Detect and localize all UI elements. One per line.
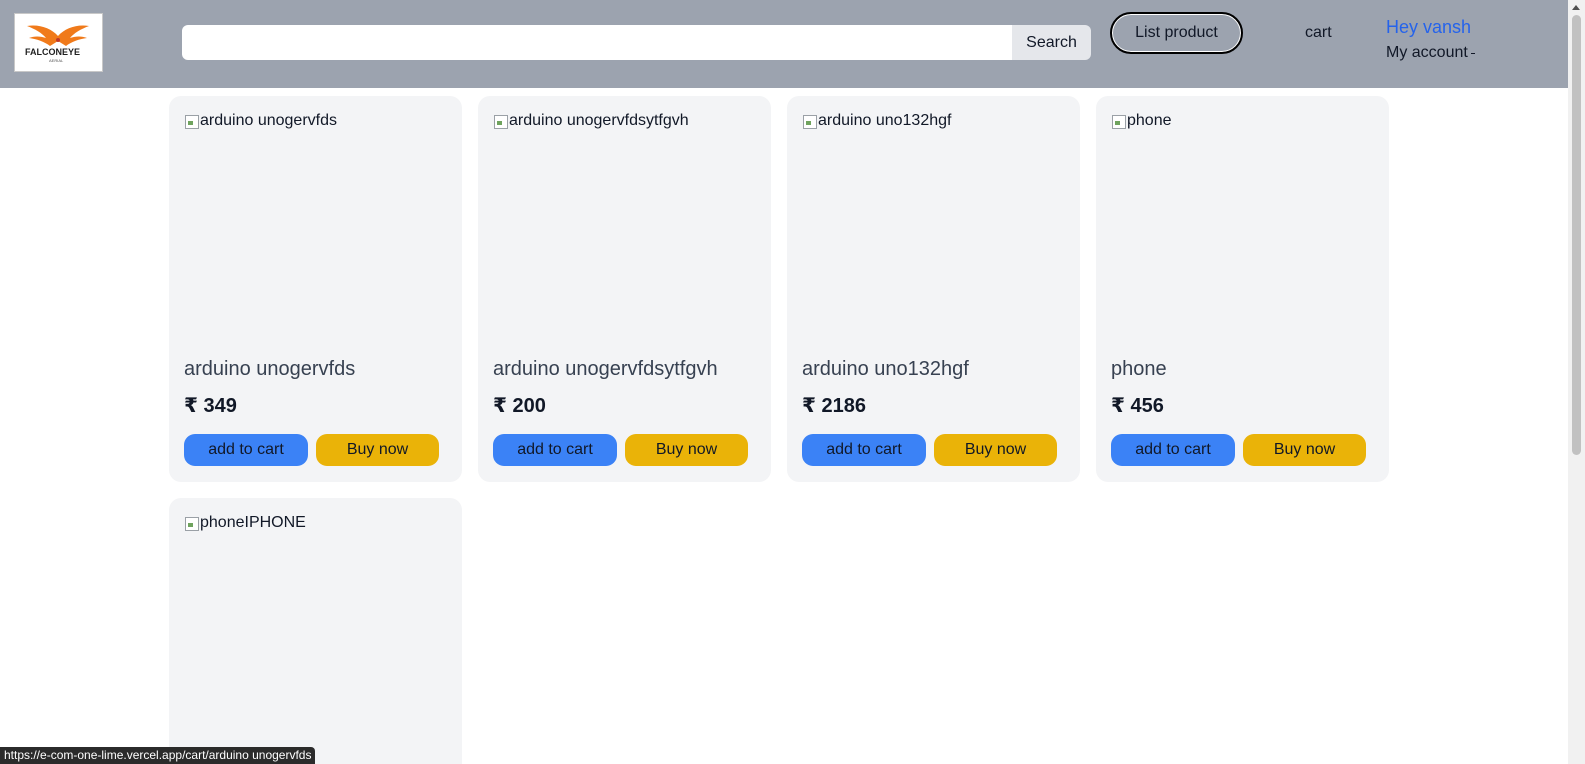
search-button[interactable]: Search — [1012, 25, 1091, 60]
product-title[interactable]: arduino unogervfds — [184, 358, 355, 381]
top-header: FALCONEYE AERIAL Search List product car… — [0, 0, 1568, 88]
vertical-scrollbar[interactable] — [1568, 0, 1585, 764]
scrollbar-thumb[interactable] — [1572, 15, 1581, 455]
user-greeting[interactable]: Hey vansh — [1386, 17, 1471, 38]
product-image[interactable]: arduino uno132hgf — [802, 112, 951, 130]
product-image-alt: phone — [1127, 112, 1172, 129]
broken-image-icon — [802, 113, 818, 129]
cart-link[interactable]: cart — [1305, 24, 1332, 42]
add-to-cart-button[interactable]: add to cart — [1111, 434, 1235, 466]
add-to-cart-button[interactable]: add to cart — [493, 434, 617, 466]
product-card: phone phone ₹ 456 add to cart Buy now — [1096, 96, 1389, 482]
page: FALCONEYE AERIAL Search List product car… — [0, 0, 1585, 764]
product-title[interactable]: phone — [1111, 358, 1167, 381]
list-product-button[interactable]: List product — [1110, 12, 1243, 54]
account-label: My account — [1386, 44, 1468, 61]
product-image-alt: arduino uno132hgf — [818, 112, 952, 129]
broken-image-icon — [184, 515, 200, 531]
product-card: phoneIPHONE — [169, 498, 462, 764]
broken-image-icon — [493, 113, 509, 129]
buy-now-button[interactable]: Buy now — [625, 434, 748, 466]
link-status-bar: https://e-com-one-lime.vercel.app/cart/a… — [0, 747, 316, 764]
product-image-alt: arduino unogervfds — [200, 112, 337, 129]
broken-image-icon — [1111, 113, 1127, 129]
product-price: ₹ 349 — [184, 395, 237, 417]
buy-now-button[interactable]: Buy now — [1243, 434, 1366, 466]
product-image[interactable]: phoneIPHONE — [184, 514, 306, 532]
falcon-logo-icon: FALCONEYE AERIAL — [25, 25, 89, 63]
product-image-alt: arduino unogervfdsytfgvh — [509, 112, 689, 129]
product-card: arduino unogervfdsytfgvh arduino unogerv… — [478, 96, 771, 482]
account-menu[interactable]: My account — [1386, 44, 1475, 62]
product-price: ₹ 456 — [1111, 395, 1164, 417]
product-image[interactable]: arduino unogervfds — [184, 112, 337, 130]
product-price: ₹ 2186 — [802, 395, 866, 417]
search-bar: Search — [182, 25, 1091, 60]
brand-logo[interactable]: FALCONEYE AERIAL — [14, 13, 103, 72]
product-title[interactable]: arduino uno132hgf — [802, 358, 969, 381]
add-to-cart-button[interactable]: add to cart — [184, 434, 308, 466]
buy-now-button[interactable]: Buy now — [934, 434, 1057, 466]
product-card: arduino unogervfds arduino unogervfds ₹ … — [169, 96, 462, 482]
scroll-up-arrow-icon[interactable] — [1572, 5, 1580, 10]
product-title[interactable]: arduino unogervfdsytfgvh — [493, 358, 718, 381]
logo-subtext: AERIAL — [49, 58, 64, 63]
product-image[interactable]: phone — [1111, 112, 1172, 130]
logo-text: FALCONEYE — [25, 47, 80, 57]
buy-now-button[interactable]: Buy now — [316, 434, 439, 466]
caret-icon — [1470, 53, 1475, 54]
product-image[interactable]: arduino unogervfdsytfgvh — [493, 112, 689, 130]
broken-image-icon — [184, 113, 200, 129]
product-card: arduino uno132hgf arduino uno132hgf ₹ 21… — [787, 96, 1080, 482]
product-image-alt: phoneIPHONE — [200, 514, 306, 531]
search-input[interactable] — [182, 25, 1012, 60]
product-price: ₹ 200 — [493, 395, 546, 417]
add-to-cart-button[interactable]: add to cart — [802, 434, 926, 466]
